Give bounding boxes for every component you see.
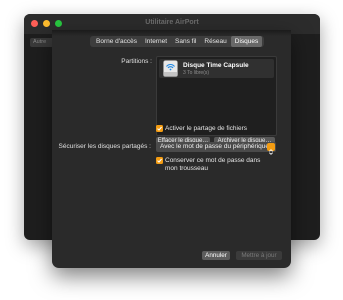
keychain-label-line2: mon trousseau	[165, 165, 208, 172]
window-title: Utilitaire AirPort	[145, 19, 199, 26]
tab-network[interactable]: Réseau	[200, 36, 230, 47]
partition-capacity: 3 To libre(s)	[183, 70, 210, 76]
partition-name: Disque Time Capsule	[183, 62, 249, 69]
airport-disk-icon	[163, 60, 178, 77]
partitions-list[interactable]: Disque Time Capsule 3 To libre(s)	[156, 56, 277, 136]
cancel-button[interactable]: Annuler	[202, 251, 230, 260]
base-station-settings-sheet: Borne d'accès Internet Sans fil Réseau D…	[52, 30, 291, 268]
checkmark-icon	[157, 158, 163, 163]
tab-disks[interactable]: Disques	[230, 36, 263, 47]
tab-internet[interactable]: Internet	[141, 36, 171, 47]
partitions-label: Partitions :	[121, 58, 152, 65]
keychain-label-line1: Conserver ce mot de passe dans	[165, 157, 261, 164]
desktop: Utilitaire AirPort Autre Borne d'accès I…	[0, 0, 343, 300]
file-sharing-checkbox[interactable]	[156, 125, 163, 132]
secure-shared-disks-label: Sécuriser les disques partagés :	[58, 143, 152, 150]
keychain-checkbox[interactable]	[156, 157, 163, 164]
update-button[interactable]: Mettre à jour	[236, 251, 282, 260]
secure-disks-value: Avec le mot de passe du périphérique	[160, 143, 270, 150]
tab-base-station[interactable]: Borne d'accès	[92, 36, 141, 47]
secure-disks-popup[interactable]: Avec le mot de passe du périphérique	[156, 142, 276, 155]
settings-tab-bar: Borne d'accès Internet Sans fil Réseau D…	[90, 36, 265, 47]
partition-list-item[interactable]: Disque Time Capsule 3 To libre(s)	[159, 59, 274, 78]
chevron-up-down-icon	[267, 143, 275, 155]
tab-wireless[interactable]: Sans fil	[171, 36, 200, 47]
checkmark-icon	[157, 126, 163, 131]
file-sharing-label: Activer le partage de fichiers	[165, 125, 248, 132]
